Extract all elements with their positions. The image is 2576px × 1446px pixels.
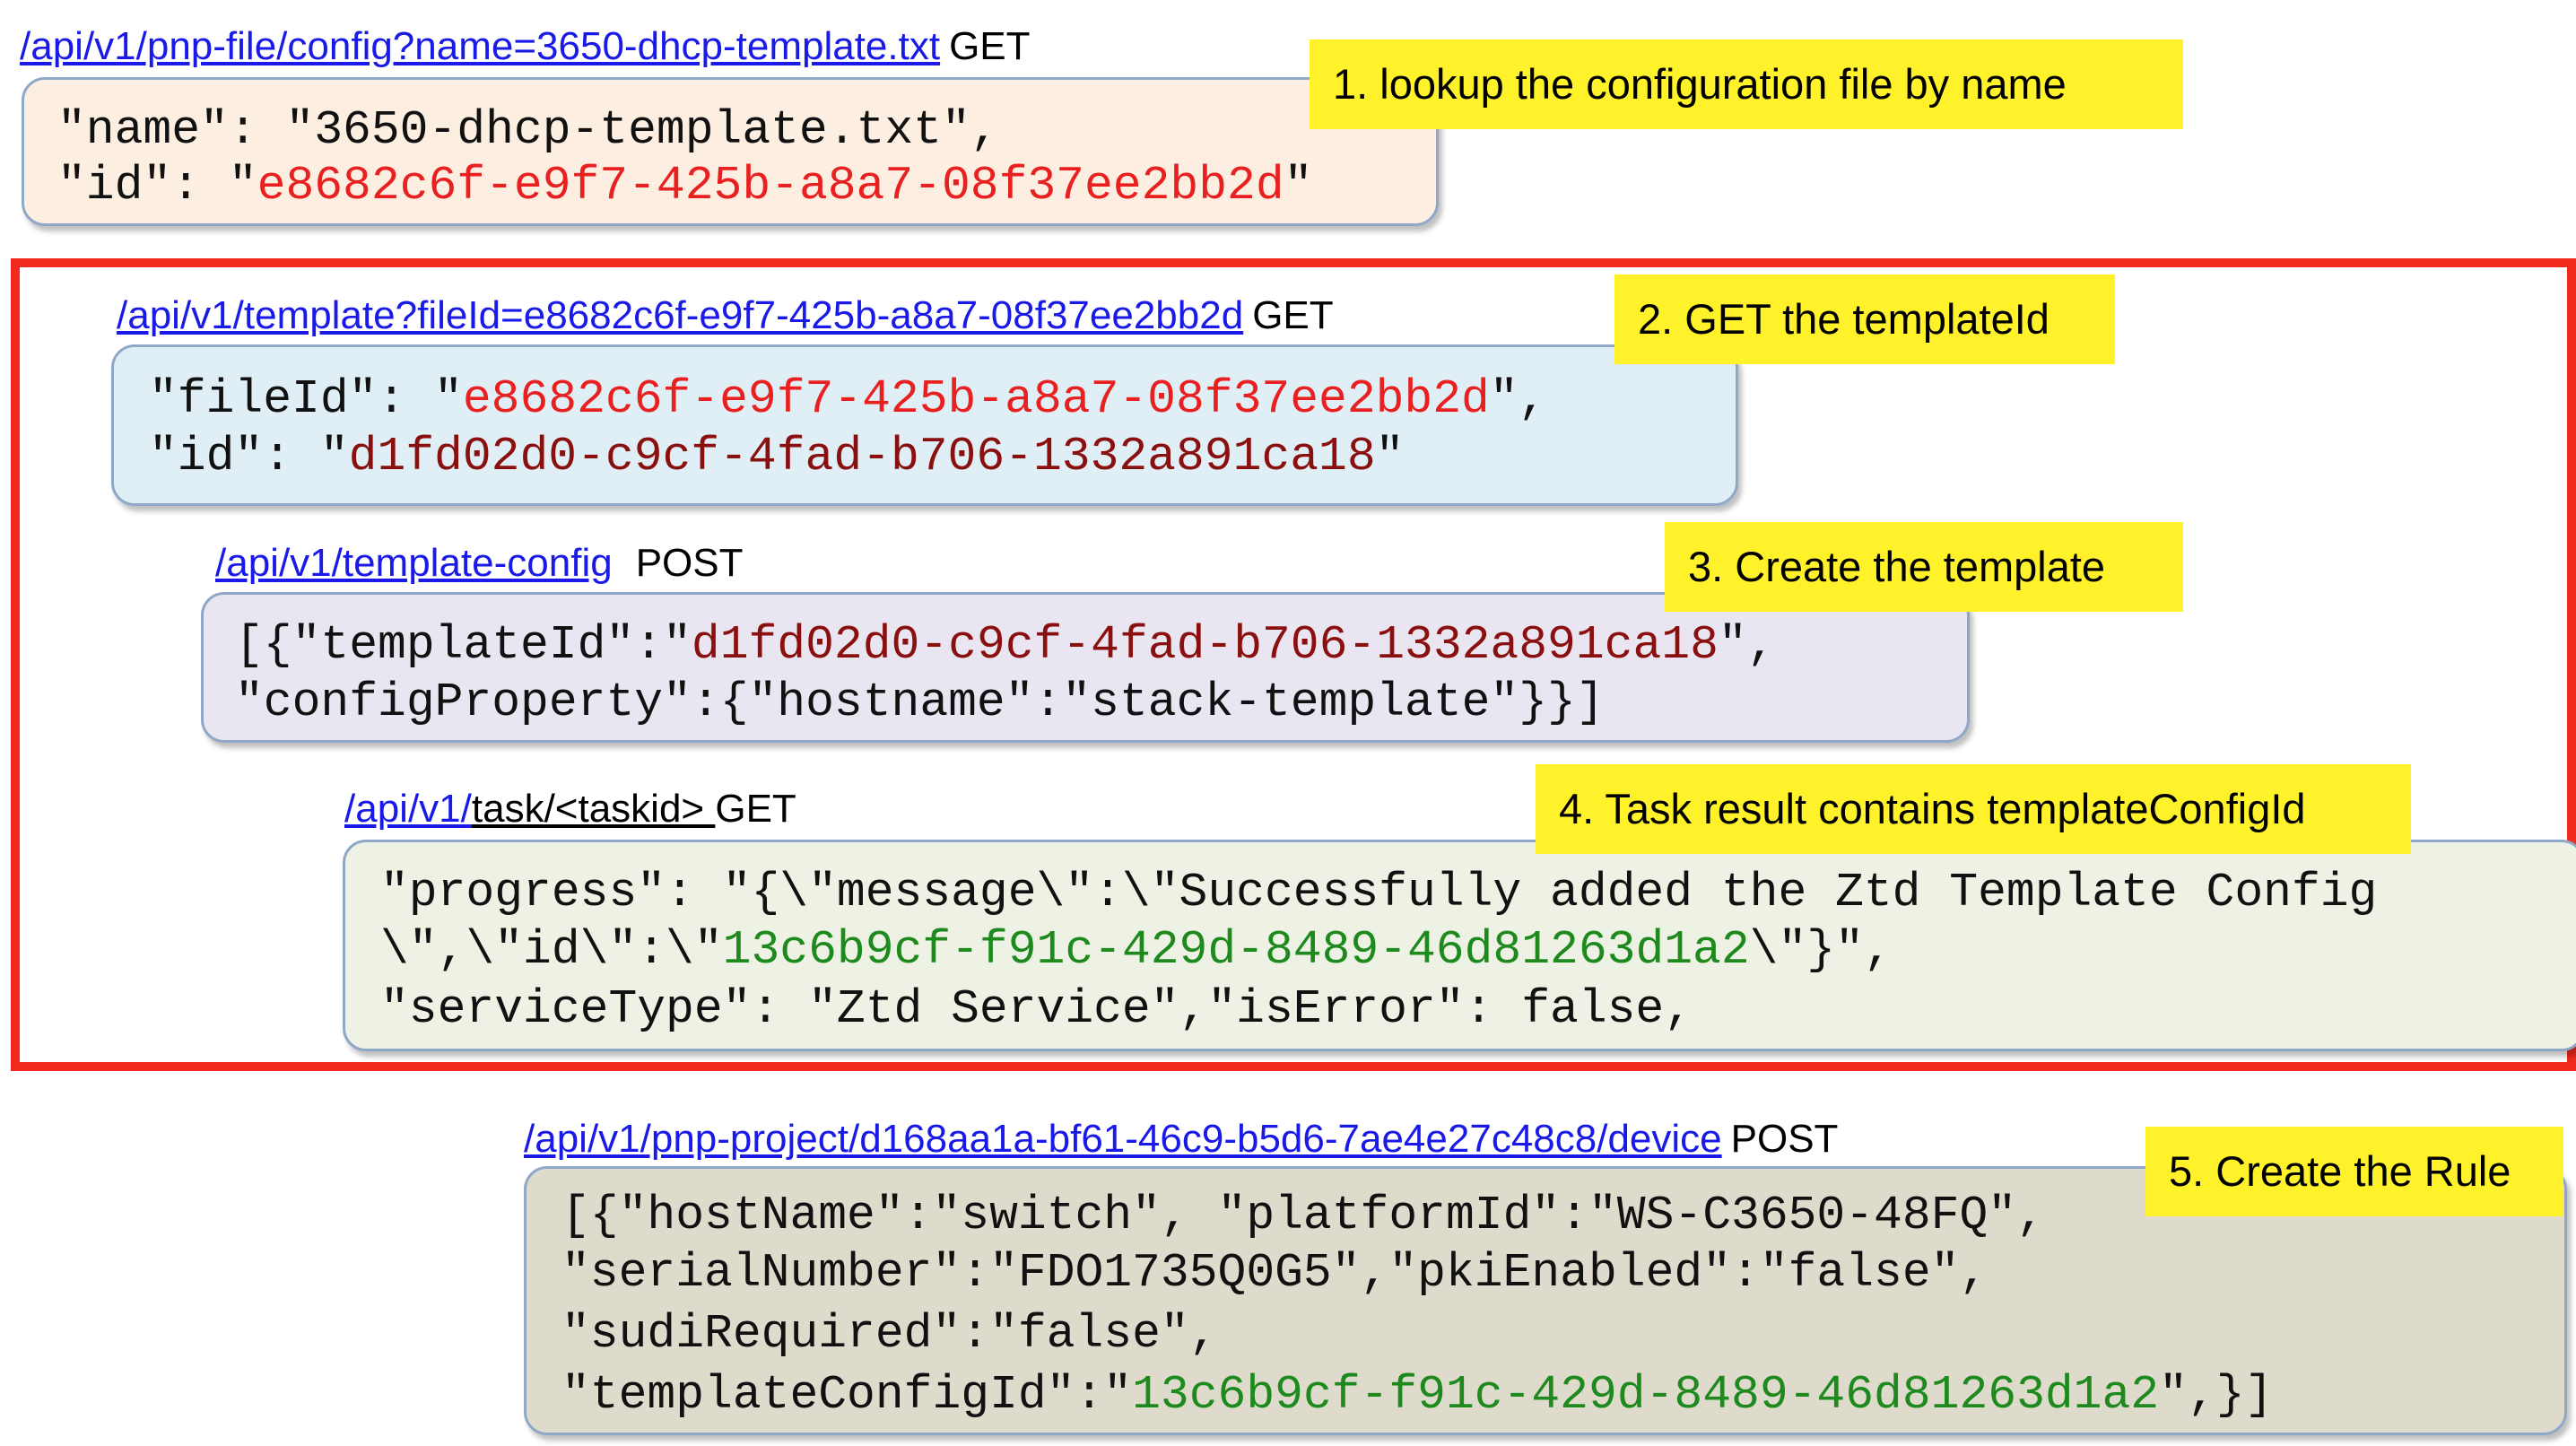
- step4-endpoint: /api/v1/task/<taskid> GET: [344, 786, 796, 832]
- step1-file-id: e8682c6f-e9f7-425b-a8a7-08f37ee2bb2d: [257, 159, 1284, 213]
- step4-method: GET: [715, 787, 796, 831]
- step1-code-line1: "name": "3650-dhcp-template.txt",: [57, 103, 999, 157]
- step4-note: 4. Task result contains templateConfigId: [1536, 764, 2411, 854]
- step2-code-line1: "fileId": "e8682c6f-e9f7-425b-a8a7-08f37…: [149, 372, 1547, 426]
- step3-method: POST: [635, 541, 744, 585]
- step1-url-link[interactable]: /api/v1/pnp-file/config?name=3650-dhcp-t…: [20, 24, 940, 68]
- step1-note: 1. lookup the configuration file by name: [1310, 39, 2183, 129]
- step5-url-link[interactable]: /api/v1/pnp-project/d168aa1a-bf61-46c9-b…: [524, 1117, 1722, 1161]
- step5-code-line4: "templateConfigId":"13c6b9cf-f91c-429d-8…: [561, 1368, 2274, 1422]
- step3-note: 3. Create the template: [1665, 522, 2183, 612]
- step1-endpoint: /api/v1/pnp-file/config?name=3650-dhcp-t…: [20, 23, 1031, 70]
- step4-url-link[interactable]: /api/v1/: [344, 787, 472, 831]
- step3-url-link[interactable]: /api/v1/template-config: [215, 541, 613, 585]
- step5-template-config-id: 13c6b9cf-f91c-429d-8489-46d81263d1a2: [1132, 1368, 2160, 1422]
- step5-code-line3: "sudiRequired":"false",: [561, 1307, 1218, 1361]
- step4-template-config-id: 13c6b9cf-f91c-429d-8489-46d81263d1a2: [722, 923, 1750, 977]
- step5-method: POST: [1730, 1117, 1839, 1161]
- step4-code-line2: \",\"id\":\"13c6b9cf-f91c-429d-8489-46d8…: [380, 923, 1893, 977]
- step2-code-line2: "id": "d1fd02d0-c9cf-4fad-b706-1332a891c…: [149, 430, 1405, 483]
- step4-url-suffix[interactable]: task/<taskid>: [472, 787, 715, 831]
- step3-template-id: d1fd02d0-c9cf-4fad-b706-1332a891ca18: [691, 618, 1719, 672]
- step3-code-line1: [{"templateId":"d1fd02d0-c9cf-4fad-b706-…: [235, 618, 1776, 672]
- step2-method: GET: [1252, 293, 1334, 337]
- step3-endpoint: /api/v1/template-config POST: [215, 540, 743, 587]
- step5-code-line2: "serialNumber":"FDO1735Q0G5","pkiEnabled…: [561, 1246, 1989, 1300]
- step3-code-line2: "configProperty":{"hostname":"stack-temp…: [235, 675, 1605, 729]
- step1-code-line2: "id": "e8682c6f-e9f7-425b-a8a7-08f37ee2b…: [57, 159, 1313, 213]
- step5-endpoint: /api/v1/pnp-project/d168aa1a-bf61-46c9-b…: [524, 1116, 1838, 1163]
- step2-endpoint: /api/v1/template?fileId=e8682c6f-e9f7-42…: [117, 292, 1334, 339]
- step2-note: 2. GET the templateId: [1614, 274, 2115, 364]
- step4-code-line3: "serviceType": "Ztd Service","isError": …: [380, 982, 1693, 1036]
- step2-file-id: e8682c6f-e9f7-425b-a8a7-08f37ee2bb2d: [462, 372, 1490, 426]
- step5-code-line1: [{"hostName":"switch", "platformId":"WS-…: [561, 1189, 2045, 1242]
- step2-template-id: d1fd02d0-c9cf-4fad-b706-1332a891ca18: [348, 430, 1376, 483]
- step4-code-line1: "progress": "{\"message\":\"Successfully…: [380, 866, 2378, 919]
- step1-method: GET: [949, 24, 1031, 68]
- step5-note: 5. Create the Rule: [2145, 1127, 2563, 1216]
- step2-url-link[interactable]: /api/v1/template?fileId=e8682c6f-e9f7-42…: [117, 293, 1243, 337]
